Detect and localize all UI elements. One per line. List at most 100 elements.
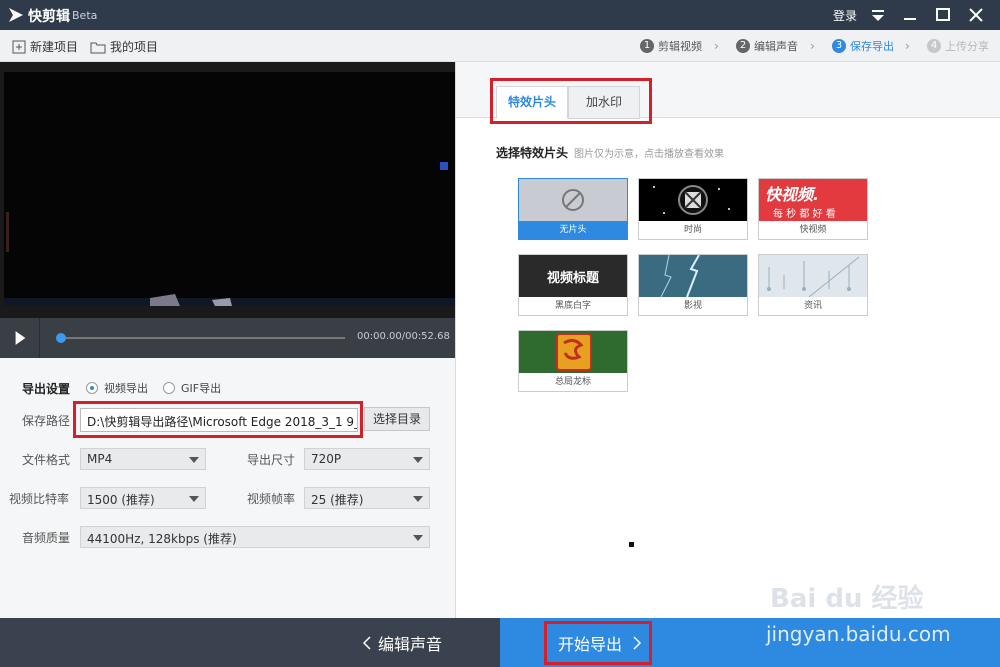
chevron-right-icon: › bbox=[905, 39, 910, 53]
step-number: 2 bbox=[736, 39, 750, 53]
intro-thumbnail: 视频标题 bbox=[519, 255, 627, 297]
player-controls: 00:00.00/00:52.68 bbox=[0, 318, 455, 358]
time-display: 00:00.00/00:52.68 bbox=[357, 331, 450, 342]
step-save-export[interactable]: 3 保存导出 bbox=[832, 38, 894, 54]
app-logo-icon bbox=[9, 8, 23, 22]
audio-quality-select[interactable]: 44100Hz, 128kbps (推荐) bbox=[80, 526, 430, 548]
file-format-select[interactable]: MP4 bbox=[80, 448, 206, 470]
start-export-button[interactable]: 开始导出 bbox=[558, 631, 644, 655]
video-preview[interactable] bbox=[0, 62, 455, 318]
radio-dot bbox=[163, 382, 175, 394]
intro-thumbnail: 快视频. 每 秒 都 好 看 bbox=[759, 179, 867, 221]
kuaishipin-slogan: 每 秒 都 好 看 bbox=[773, 209, 836, 220]
step-edit-video[interactable]: 1 剪辑视频 bbox=[640, 38, 702, 54]
step-upload-share: 4 上传分享 bbox=[927, 38, 989, 54]
export-size-select[interactable]: 720P bbox=[304, 448, 430, 470]
my-projects-label: 我的项目 bbox=[110, 40, 159, 54]
effects-tabs: 特效片头 加水印 bbox=[456, 62, 1000, 119]
watermark-url: jingyan.baidu.com bbox=[766, 622, 951, 646]
close-icon[interactable] bbox=[965, 4, 987, 26]
new-project-button[interactable]: 新建项目 bbox=[12, 38, 78, 55]
progress-handle[interactable] bbox=[56, 333, 66, 343]
no-entry-icon bbox=[562, 189, 584, 211]
step-label: 剪辑视频 bbox=[658, 40, 702, 53]
file-format-label: 文件格式 bbox=[22, 453, 71, 467]
add-icon bbox=[12, 40, 26, 53]
intro-caption: 总局龙标 bbox=[519, 373, 627, 391]
section-hint: 图片仅为示意，点击播放查看效果 bbox=[574, 149, 724, 160]
lightning-thumbnail-icon bbox=[639, 255, 747, 297]
section-title: 选择特效片头 bbox=[496, 146, 569, 160]
intro-film[interactable]: 影视 bbox=[638, 254, 748, 316]
menu-dropdown-icon[interactable] bbox=[867, 4, 889, 26]
intro-caption: 无片头 bbox=[519, 221, 627, 239]
select-value: 1500 (推荐) bbox=[87, 493, 155, 507]
toolbar: 新建项目 我的项目 1 剪辑视频 › 2 编辑声音 › 3 保存导出 › 4 上… bbox=[0, 30, 1000, 62]
intro-news[interactable]: 资讯 bbox=[758, 254, 868, 316]
chevron-right-icon: › bbox=[714, 39, 719, 53]
intro-thumbnail bbox=[759, 255, 867, 297]
intro-thumbnail bbox=[639, 255, 747, 297]
dropdown-arrow-icon bbox=[413, 457, 423, 463]
dropdown-arrow-icon bbox=[189, 496, 199, 502]
intro-caption: 资讯 bbox=[759, 297, 867, 315]
fashion-thumbnail-icon bbox=[653, 185, 730, 215]
intro-caption: 时尚 bbox=[639, 221, 747, 239]
step-edit-audio[interactable]: 2 编辑声音 bbox=[736, 38, 798, 54]
back-to-audio-button[interactable]: 编辑声音 bbox=[360, 631, 442, 655]
beta-badge: Beta bbox=[72, 9, 98, 22]
save-path-label: 保存路径 bbox=[22, 414, 71, 428]
chevron-left-icon bbox=[362, 636, 371, 650]
dropdown-arrow-icon bbox=[413, 535, 423, 541]
gif-export-radio[interactable]: GIF导出 bbox=[163, 380, 221, 396]
intro-caption: 影视 bbox=[639, 297, 747, 315]
step-label: 上传分享 bbox=[945, 40, 989, 53]
step-number: 1 bbox=[640, 39, 654, 53]
dropdown-arrow-icon bbox=[189, 457, 199, 463]
video-bitrate-select[interactable]: 1500 (推荐) bbox=[80, 487, 206, 509]
intro-fashion[interactable]: 时尚 bbox=[638, 178, 748, 240]
tab-watermark[interactable]: 加水印 bbox=[568, 86, 640, 119]
login-link[interactable]: 登录 bbox=[833, 7, 857, 24]
radio-label: 视频导出 bbox=[104, 382, 148, 395]
export-settings: 导出设置 视频导出 GIF导出 保存路径 D:\快剪辑导出路径\Microsof… bbox=[0, 358, 455, 618]
select-value: 44100Hz, 128kbps (推荐) bbox=[87, 532, 237, 546]
play-icon[interactable] bbox=[0, 318, 40, 358]
export-settings-label: 导出设置 bbox=[22, 382, 71, 396]
my-projects-button[interactable]: 我的项目 bbox=[90, 38, 158, 55]
save-path-input[interactable]: D:\快剪辑导出路径\Microsoft Edge 2018_3_1 9_25 bbox=[80, 408, 358, 432]
title-bar: 快剪辑 Beta 登录 bbox=[0, 0, 1000, 30]
back-label: 编辑声音 bbox=[378, 635, 443, 654]
dragon-logo-icon bbox=[556, 333, 592, 371]
cursor-mark bbox=[629, 542, 634, 547]
video-frame bbox=[0, 62, 455, 318]
effects-panel: 特效片头 加水印 选择特效片头 图片仅为示意，点击播放查看效果 无片头 时尚 快… bbox=[455, 62, 1000, 618]
intro-black-white[interactable]: 视频标题 黑底白字 bbox=[518, 254, 628, 316]
browse-folder-button[interactable]: 选择目录 bbox=[364, 407, 430, 431]
maximize-icon[interactable] bbox=[932, 4, 954, 26]
video-framerate-label: 视频帧率 bbox=[247, 492, 296, 506]
step-label: 保存导出 bbox=[850, 40, 894, 53]
video-export-radio[interactable]: 视频导出 bbox=[86, 380, 148, 396]
select-value: 720P bbox=[311, 452, 342, 466]
step-number: 3 bbox=[832, 39, 846, 53]
intro-dragon-logo[interactable]: 总局龙标 bbox=[518, 330, 628, 392]
chevron-right-icon bbox=[633, 636, 642, 650]
intro-caption: 快视频 bbox=[759, 221, 867, 239]
progress-track[interactable] bbox=[60, 337, 345, 339]
intro-thumbnail bbox=[519, 179, 627, 221]
news-thumbnail-icon bbox=[767, 256, 860, 297]
bottom-bar-left: 编辑声音 bbox=[0, 618, 500, 667]
intro-none[interactable]: 无片头 bbox=[518, 178, 628, 240]
watermark-logo: Bai du 经验 bbox=[770, 584, 924, 614]
intro-kuaishipin[interactable]: 快视频. 每 秒 都 好 看 快视频 bbox=[758, 178, 868, 240]
kuaishipin-logo-text: 快视频. bbox=[765, 185, 820, 204]
minimize-icon[interactable] bbox=[899, 4, 921, 26]
select-value: MP4 bbox=[87, 452, 113, 466]
intro-thumbnail bbox=[639, 179, 747, 221]
video-framerate-select[interactable]: 25 (推荐) bbox=[304, 487, 430, 509]
tab-intro-effects[interactable]: 特效片头 bbox=[496, 86, 568, 119]
intro-caption: 黑底白字 bbox=[519, 297, 627, 315]
step-number: 4 bbox=[927, 39, 941, 53]
video-bitrate-label: 视频比特率 bbox=[9, 492, 70, 506]
